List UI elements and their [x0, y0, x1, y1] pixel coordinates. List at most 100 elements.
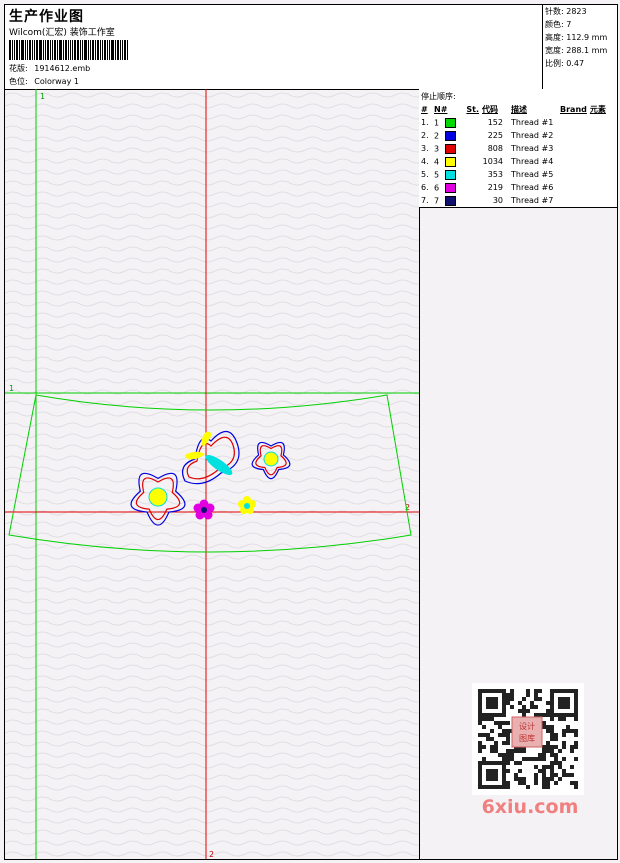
- qr-cell: [506, 741, 510, 745]
- qr-cell: [478, 689, 482, 693]
- qr-cell: [522, 749, 526, 753]
- qr-cell: [534, 777, 538, 781]
- col-element: 元素: [589, 105, 606, 114]
- qr-cell: [570, 765, 574, 769]
- colorway-label: 色位:: [9, 77, 28, 86]
- qr-cell: [506, 697, 510, 701]
- qr-cell: [562, 701, 566, 705]
- stop-row: 3. 3 808 Thread #3: [421, 142, 609, 155]
- qr-cell: [534, 705, 538, 709]
- qr-cell: [482, 717, 486, 721]
- qr-cell: [494, 773, 498, 777]
- stat-height: 高度: 112.9 mm: [545, 33, 608, 42]
- stop-num: 5.: [421, 170, 429, 179]
- qr-cell: [498, 785, 502, 789]
- qr-cell: [478, 705, 482, 709]
- qr-cell: [562, 733, 566, 737]
- qr-cell: [518, 701, 522, 705]
- stop-needle: 1: [434, 116, 465, 129]
- qr-cell: [490, 773, 494, 777]
- qr-cell: [562, 705, 566, 709]
- qr-cell: [570, 689, 574, 693]
- color-swatch: [444, 169, 456, 180]
- qr-cell: [558, 689, 562, 693]
- stop-row: 1. 1 152 Thread #1: [421, 116, 609, 129]
- qr-cell: [558, 777, 562, 781]
- qr-cell: [494, 721, 498, 725]
- qr-cell: [502, 697, 506, 701]
- qr-cell: [546, 701, 550, 705]
- qr-cell: [562, 745, 566, 749]
- qr-cell: [566, 729, 570, 733]
- qr-cell: [566, 713, 570, 717]
- qr-cell: [478, 745, 482, 749]
- qr-cell: [542, 765, 546, 769]
- qr-cell: [482, 745, 486, 749]
- qr-cell: [574, 709, 578, 713]
- qr-cell: [526, 693, 530, 697]
- stop-table-header: # N# St. 代码 描述 Brand 元素: [421, 103, 609, 116]
- qr-cell: [550, 773, 554, 777]
- qr-cell: [510, 757, 514, 761]
- qr-cell: [510, 693, 514, 697]
- qr-cell: [550, 713, 554, 717]
- color-swatch: [444, 130, 456, 141]
- qr-cell: [558, 713, 562, 717]
- qr-cell: [570, 781, 574, 785]
- qr-cell: [478, 717, 482, 721]
- stop-needle: 2: [434, 129, 465, 142]
- qr-cell: [502, 769, 506, 773]
- stop-num: 7.: [421, 196, 429, 205]
- qr-cell: [574, 693, 578, 697]
- qr-cell: [538, 769, 542, 773]
- qr-cell: [490, 745, 494, 749]
- qr-cell: [518, 781, 522, 785]
- qr-cell: [478, 769, 482, 773]
- qr-cell: [498, 689, 502, 693]
- qr-cell: [530, 705, 534, 709]
- col-desc: 描述: [511, 105, 527, 114]
- qr-cell: [558, 761, 562, 765]
- qr-cell: [562, 697, 566, 701]
- qr-cell: [566, 701, 570, 705]
- qr-cell: [554, 753, 558, 757]
- qr-cell: [574, 733, 578, 737]
- qr-cell: [554, 713, 558, 717]
- qr-cell: [558, 705, 562, 709]
- qr-cell: [494, 761, 498, 765]
- qr-cell: [570, 745, 574, 749]
- qr-cell: [550, 717, 554, 721]
- qr-cell: [554, 745, 558, 749]
- production-sheet: 生产作业图 Wilcom(汇宏) 装饰工作室 花版: 1914612.emb 色…: [4, 4, 618, 860]
- stop-row: 5. 5 353 Thread #5: [421, 168, 609, 181]
- qr-cell: [542, 773, 546, 777]
- qr-cell: [478, 733, 482, 737]
- qr-cell: [502, 705, 506, 709]
- qr-cell: [506, 733, 510, 737]
- qr-cell: [570, 713, 574, 717]
- qr-cell: [570, 729, 574, 733]
- stop-num: 3.: [421, 144, 429, 153]
- qr-cell: [558, 749, 562, 753]
- qr-cell: [562, 757, 566, 761]
- stop-desc: Thread #3: [511, 144, 554, 153]
- color-swatch: [444, 156, 456, 167]
- stop-code: 219: [487, 183, 503, 192]
- qr-cell: [502, 721, 506, 725]
- qr-cell: [502, 765, 506, 769]
- qr-cell: [506, 761, 510, 765]
- qr-cell: [546, 781, 550, 785]
- qr-cell: [506, 729, 510, 733]
- qr-cell: [550, 745, 554, 749]
- qr-cell: [498, 721, 502, 725]
- qr-cell: [506, 693, 510, 697]
- qr-cell: [502, 693, 506, 697]
- qr-cell: [542, 757, 546, 761]
- qr-cell: [554, 773, 558, 777]
- qr-cell: [530, 757, 534, 761]
- qr-cell: [558, 765, 562, 769]
- stop-desc: Thread #6: [511, 183, 554, 192]
- col-n: N#: [434, 105, 448, 114]
- qr-cell: [482, 689, 486, 693]
- qr-cell: [550, 765, 554, 769]
